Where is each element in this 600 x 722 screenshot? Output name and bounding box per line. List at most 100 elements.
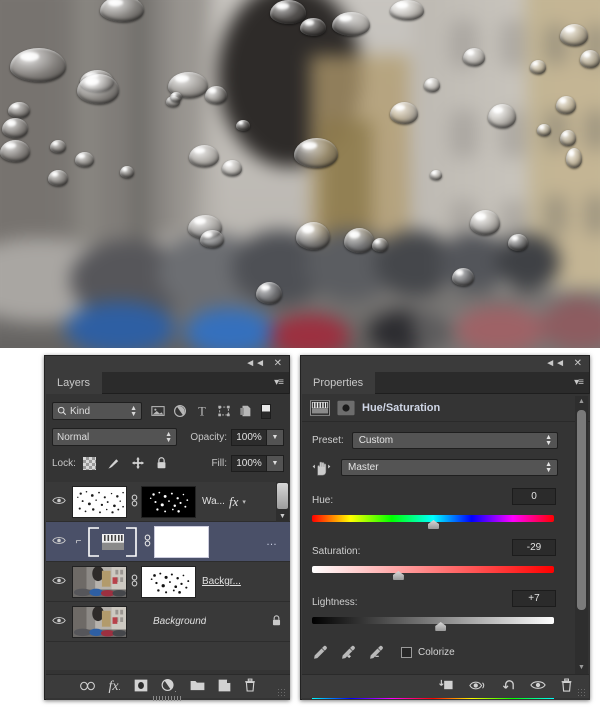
lock-all-icon[interactable] (155, 456, 168, 470)
opacity-dropdown-icon[interactable]: ▼ (267, 429, 284, 446)
smart-object-icon[interactable] (239, 404, 253, 418)
panel-menu-icon[interactable]: ▾≡ (574, 377, 583, 388)
scrollbar-up-arrow[interactable]: ▲ (575, 396, 588, 408)
targeted-adjustment-tool-icon[interactable] (312, 458, 331, 477)
hue-slider-track[interactable] (312, 515, 554, 522)
scrollbar-down-arrow[interactable]: ▼ (575, 662, 588, 674)
fill-dropdown-icon[interactable]: ▼ (267, 455, 284, 472)
layer-row[interactable]: Backgr... (46, 562, 290, 602)
panel-drag-handle[interactable] (153, 696, 181, 701)
layer-lock-icon (271, 614, 282, 630)
adjustment-layer-icon[interactable] (173, 404, 187, 418)
layers-panel-titlebar: ◄◄ ✕ (45, 356, 289, 372)
new-adjustment-layer-button[interactable]: . (161, 678, 177, 695)
layer-mask-link-icon[interactable] (127, 574, 141, 590)
tab-layers[interactable]: Layers (45, 372, 102, 394)
pixel-layer-icon[interactable] (151, 404, 165, 418)
shape-layer-icon[interactable] (217, 404, 231, 418)
water-droplet (200, 230, 224, 248)
eyedropper-subtract-icon[interactable] (368, 644, 385, 661)
opacity-value[interactable]: 100% (231, 429, 267, 446)
lightness-slider-knob[interactable] (435, 622, 446, 631)
layer-fx-icon[interactable]: fx (229, 494, 238, 510)
layer-mask-thumbnail[interactable] (141, 566, 196, 598)
layer-overflow-icon[interactable]: … (266, 536, 278, 548)
lightness-value[interactable]: +7 (512, 590, 556, 607)
hue-value[interactable]: 0 (512, 488, 556, 505)
add-layer-style-button[interactable]: fx. (108, 679, 120, 695)
hue-saturation-icon[interactable] (310, 400, 330, 416)
layer-list-scrollbar[interactable]: ▼ (276, 482, 289, 522)
tab-properties[interactable]: Properties (301, 372, 375, 394)
scrollbar-thumb[interactable] (577, 410, 586, 610)
lightness-slider-track[interactable] (312, 617, 554, 624)
saturation-slider-track[interactable] (312, 566, 554, 573)
fill-value[interactable]: 100% (231, 455, 267, 472)
water-droplet (530, 60, 546, 74)
layer-row[interactable]: Wa... fx ▾ ▼ (46, 482, 290, 522)
layer-row[interactable]: Background (46, 602, 290, 642)
saturation-value[interactable]: -29 (512, 539, 556, 556)
layer-visibility-toggle[interactable] (46, 535, 72, 549)
lock-icon (271, 614, 282, 627)
new-group-button[interactable] (190, 679, 205, 694)
scrollbar-down-arrow[interactable]: ▼ (276, 511, 289, 522)
layer-row[interactable]: ⌐ (46, 522, 290, 562)
link-layers-button[interactable] (80, 680, 95, 694)
delete-layer-button[interactable] (244, 678, 256, 695)
channel-select[interactable]: Master ▲▼ (341, 459, 558, 476)
layer-thumbnail[interactable] (72, 486, 127, 518)
layer-visibility-toggle[interactable] (46, 495, 72, 509)
lock-position-icon[interactable] (131, 456, 145, 470)
opacity-label: Opacity: (190, 432, 227, 443)
layer-thumbnail[interactable] (72, 566, 127, 598)
collapse-icon[interactable]: ◄◄ (245, 358, 265, 370)
blend-mode-select[interactable]: Normal ▲▼ (52, 428, 177, 446)
collapse-icon[interactable]: ◄◄ (545, 358, 565, 370)
filter-enable-toggle[interactable] (261, 404, 271, 419)
scrollbar-thumb[interactable] (277, 483, 288, 509)
layer-name[interactable]: Backgr... (202, 576, 241, 587)
panel-menu-icon[interactable]: ▾≡ (274, 377, 283, 388)
new-layer-button[interactable] (218, 679, 231, 695)
close-icon[interactable]: ✕ (574, 358, 582, 370)
layer-visibility-toggle[interactable] (46, 615, 72, 629)
layer-mask-link-icon[interactable] (140, 534, 154, 550)
reset-button[interactable] (501, 678, 516, 695)
layer-name[interactable]: Wa... (202, 496, 225, 507)
preset-value: Custom (359, 435, 393, 446)
layer-mask-thumbnail[interactable] (141, 486, 196, 518)
delete-adjustment-button[interactable] (560, 678, 573, 695)
toggle-visibility-button[interactable] (530, 679, 546, 694)
water-droplet (424, 78, 440, 92)
properties-panel-titlebar: ◄◄ ✕ (301, 356, 589, 372)
toggle-mask-view-button[interactable] (469, 679, 487, 695)
lock-image-pixels-icon[interactable] (106, 456, 121, 471)
lock-fill-row: Lock: Fill: 100% ▼ (46, 450, 290, 476)
eyedropper-add-icon[interactable] (340, 644, 357, 661)
clip-to-layer-button[interactable] (438, 678, 455, 695)
layer-thumbnail[interactable] (72, 606, 127, 638)
clip-to-layer-icon[interactable] (337, 400, 355, 416)
layer-visibility-toggle[interactable] (46, 575, 72, 589)
layer-name[interactable]: Background (153, 616, 206, 627)
type-layer-icon[interactable]: T (195, 404, 209, 418)
hue-slider-knob[interactable] (428, 520, 439, 529)
close-icon[interactable]: ✕ (274, 358, 282, 370)
adjustment-layer-thumbnail[interactable] (85, 526, 140, 558)
preset-select[interactable]: Custom ▲▼ (352, 432, 558, 449)
properties-scrollbar[interactable]: ▲ ▼ (575, 396, 588, 674)
layer-expand-icon[interactable]: ▾ (242, 498, 246, 506)
add-layer-mask-button[interactable] (134, 679, 148, 695)
lock-transparent-pixels-icon[interactable] (83, 457, 96, 470)
saturation-slider-knob[interactable] (393, 571, 404, 580)
layer-mask-thumbnail[interactable] (154, 526, 209, 558)
resize-grip[interactable] (577, 688, 587, 698)
colorize-checkbox[interactable] (401, 647, 412, 658)
layer-filter-icons: T (151, 404, 271, 419)
resize-grip[interactable] (277, 688, 287, 698)
water-droplet (10, 48, 66, 82)
layer-mask-link-icon[interactable] (127, 494, 141, 510)
eyedropper-icon[interactable] (312, 644, 329, 661)
filter-kind-select[interactable]: Kind ▲▼ (52, 402, 142, 420)
